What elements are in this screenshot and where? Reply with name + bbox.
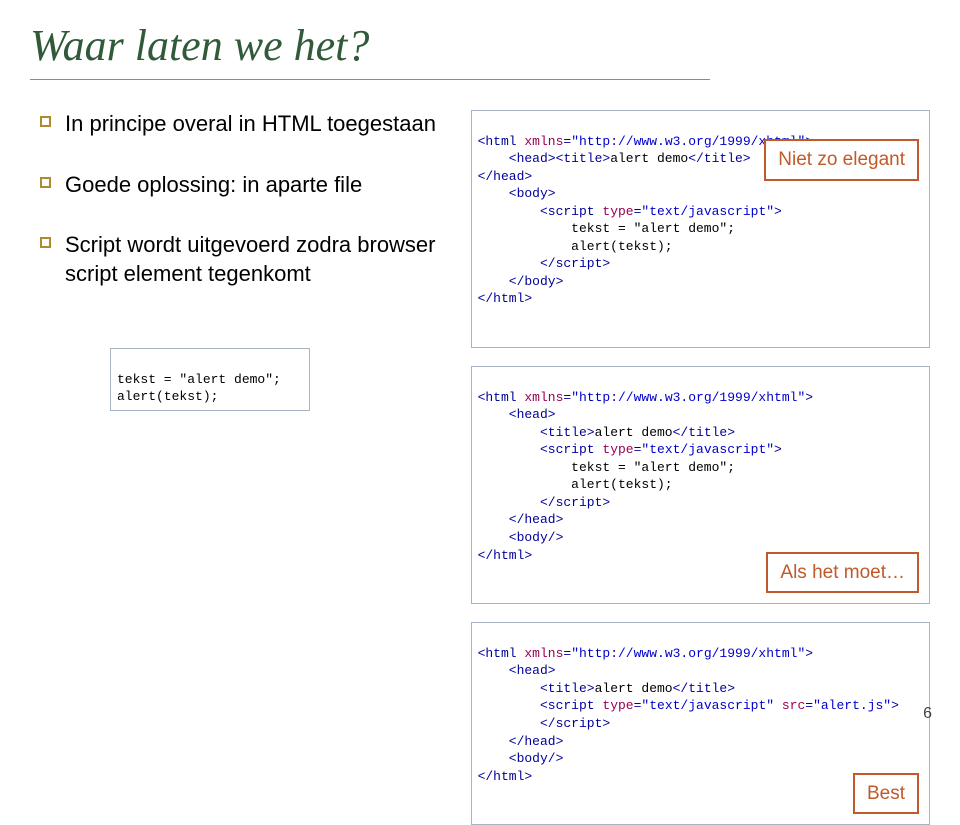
title-underline: [30, 79, 710, 80]
annotation-label-2: Als het moet…: [766, 552, 919, 594]
code-block-head-script: <html xmlns="http://www.w3.org/1999/xhtm…: [471, 366, 930, 604]
bullet-text: Script wordt uitgevoerd zodra browser sc…: [65, 231, 451, 288]
slide-title: Waar laten we het?: [30, 20, 930, 71]
bullet-square-icon: [40, 116, 51, 127]
code-snippet-external-js: tekst = "alert demo"; alert(tekst);: [110, 348, 310, 411]
bullet-square-icon: [40, 177, 51, 188]
code-block-external-script: <html xmlns="http://www.w3.org/1999/xhtm…: [471, 622, 930, 825]
bullet-item: In principe overal in HTML toegestaan: [40, 110, 451, 139]
annotation-label-3: Best: [853, 773, 919, 815]
bullet-square-icon: [40, 237, 51, 248]
bullet-text: In principe overal in HTML toegestaan: [65, 110, 436, 139]
bullet-item: Script wordt uitgevoerd zodra browser sc…: [40, 231, 451, 288]
page-number: 6: [923, 705, 932, 723]
bullet-item: Goede oplossing: in aparte file: [40, 171, 451, 200]
bullet-text: Goede oplossing: in aparte file: [65, 171, 362, 200]
annotation-label-1: Niet zo elegant: [764, 139, 919, 181]
code-block-body-script: <html xmlns="http://www.w3.org/1999/xhtm…: [471, 110, 930, 348]
